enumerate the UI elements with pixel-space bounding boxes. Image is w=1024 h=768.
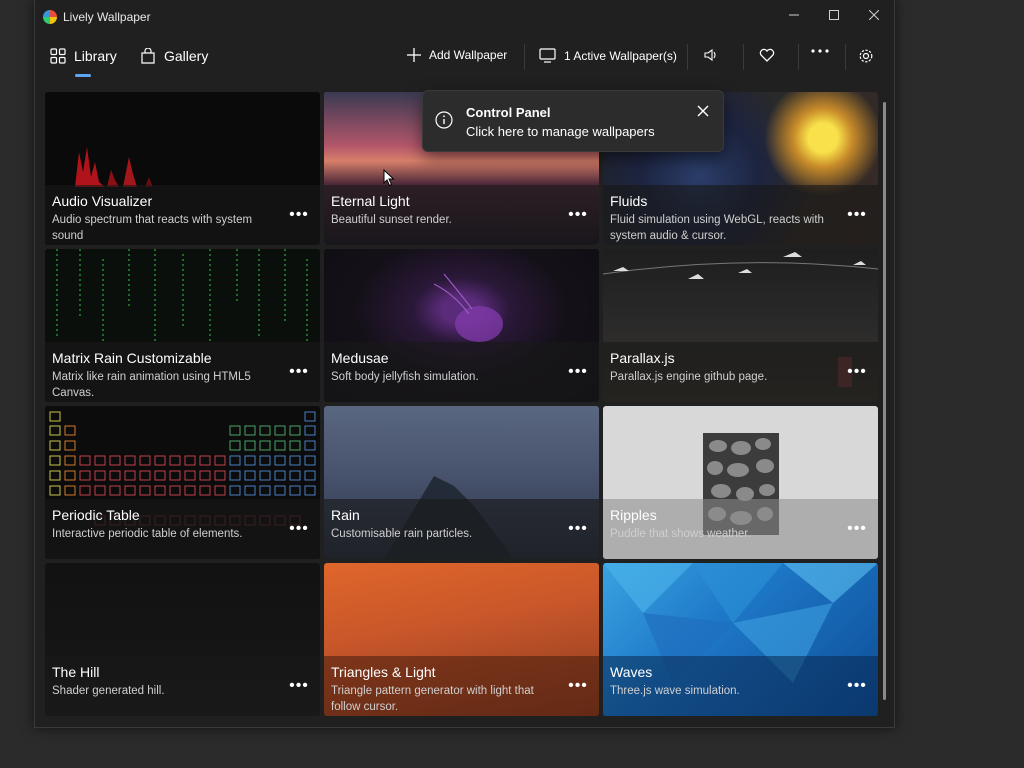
notification-close-button[interactable] bbox=[693, 101, 713, 121]
wallpaper-title: Matrix Rain Customizable bbox=[52, 350, 212, 366]
speaker-icon bbox=[704, 48, 716, 62]
settings-button[interactable] bbox=[855, 48, 885, 64]
wallpaper-description: Customisable rain particles. bbox=[331, 528, 473, 540]
title-bar: Lively Wallpaper bbox=[35, 0, 894, 34]
volume-button[interactable] bbox=[700, 48, 730, 62]
wallpaper-title: The Hill bbox=[52, 664, 100, 680]
wallpaper-title: Eternal Light bbox=[331, 193, 410, 209]
active-tab-indicator bbox=[75, 74, 91, 77]
maximize-button[interactable] bbox=[814, 0, 854, 30]
wallpaper-description: Fluid simulation using WebGL, reacts wit… bbox=[610, 214, 824, 242]
grid-icon bbox=[50, 48, 66, 64]
wallpaper-title: Periodic Table bbox=[52, 507, 140, 523]
tab-library-label: Library bbox=[74, 48, 117, 64]
gear-icon bbox=[859, 49, 873, 63]
toolbar-divider bbox=[798, 44, 799, 70]
wallpaper-more-button[interactable]: ••• bbox=[845, 207, 869, 226]
more-options-button[interactable] bbox=[809, 48, 839, 54]
wallpaper-card[interactable]: Medusae Soft body jellyfish simulation. … bbox=[324, 249, 599, 402]
active-wallpapers-label: 1 Active Wallpaper(s) bbox=[564, 48, 677, 63]
more-horizontal-icon bbox=[811, 49, 829, 53]
toolbar-divider bbox=[743, 44, 744, 70]
wallpaper-card[interactable]: The Hill Shader generated hill. ••• bbox=[45, 563, 320, 716]
app-logo-icon bbox=[43, 10, 57, 24]
monitor-icon bbox=[539, 48, 556, 63]
tab-library[interactable]: Library bbox=[50, 48, 117, 64]
wallpaper-more-button[interactable]: ••• bbox=[287, 678, 311, 697]
close-icon bbox=[869, 10, 879, 20]
plus-icon bbox=[407, 48, 421, 62]
notification-title: Control Panel bbox=[466, 105, 551, 120]
wallpaper-more-button[interactable]: ••• bbox=[287, 521, 311, 540]
control-panel-notification[interactable]: Control Panel Click here to manage wallp… bbox=[422, 90, 724, 152]
wallpaper-title: Parallax.js bbox=[610, 350, 675, 366]
wallpaper-title: Ripples bbox=[610, 507, 657, 523]
minimize-button[interactable] bbox=[774, 0, 814, 30]
close-icon bbox=[697, 105, 709, 117]
window-title: Lively Wallpaper bbox=[63, 10, 151, 24]
toolbar-divider bbox=[524, 44, 525, 70]
wallpaper-more-button[interactable]: ••• bbox=[566, 207, 590, 226]
wallpaper-description: Interactive periodic table of elements. bbox=[52, 528, 243, 540]
wallpaper-description: Shader generated hill. bbox=[52, 685, 165, 697]
active-wallpapers-button[interactable]: 1 Active Wallpaper(s) bbox=[539, 48, 677, 63]
wallpaper-card[interactable]: Matrix Rain Customizable Matrix like rai… bbox=[45, 249, 320, 402]
wallpaper-card[interactable]: Parallax.js Parallax.js engine github pa… bbox=[603, 249, 878, 402]
wallpaper-card[interactable]: Rain Customisable rain particles. ••• bbox=[324, 406, 599, 559]
wallpaper-more-button[interactable]: ••• bbox=[845, 678, 869, 697]
minimize-icon bbox=[789, 14, 799, 16]
wallpaper-description: Matrix like rain animation using HTML5 C… bbox=[52, 371, 251, 399]
top-navigation: Library Gallery Add Wallpaper 1 Active W… bbox=[35, 34, 894, 82]
wallpaper-card[interactable]: Ripples Puddle that shows weather. ••• bbox=[603, 406, 878, 559]
wallpaper-title: Medusae bbox=[331, 350, 389, 366]
wallpaper-description: Soft body jellyfish simulation. bbox=[331, 371, 479, 383]
wallpaper-more-button[interactable]: ••• bbox=[566, 678, 590, 697]
wallpaper-description: Audio spectrum that reacts with system s… bbox=[52, 214, 253, 242]
favorite-button[interactable] bbox=[756, 48, 786, 62]
wallpaper-title: Triangles & Light bbox=[331, 664, 436, 680]
add-wallpaper-label: Add Wallpaper bbox=[429, 48, 508, 62]
wallpaper-more-button[interactable]: ••• bbox=[566, 364, 590, 383]
add-wallpaper-button[interactable]: Add Wallpaper bbox=[407, 48, 507, 62]
tab-gallery[interactable]: Gallery bbox=[140, 48, 208, 64]
wallpaper-description: Parallax.js engine github page. bbox=[610, 371, 768, 383]
wallpaper-card[interactable]: Triangles & Light Triangle pattern gener… bbox=[324, 563, 599, 716]
notification-message[interactable]: Click here to manage wallpapers bbox=[466, 124, 655, 139]
shopping-bag-icon bbox=[141, 48, 155, 64]
wallpaper-more-button[interactable]: ••• bbox=[566, 521, 590, 540]
wallpaper-description: Three.js wave simulation. bbox=[610, 685, 740, 697]
matrix-rain-graphic bbox=[56, 249, 308, 344]
wallpaper-title: Audio Visualizer bbox=[52, 193, 153, 209]
wallpaper-card[interactable]: Periodic Table Interactive periodic tabl… bbox=[45, 406, 320, 559]
heart-icon bbox=[759, 48, 775, 62]
toolbar-divider bbox=[845, 44, 846, 70]
wallpaper-more-button[interactable]: ••• bbox=[845, 364, 869, 383]
wallpaper-title: Rain bbox=[331, 507, 360, 523]
wallpaper-more-button[interactable]: ••• bbox=[845, 521, 869, 540]
wallpaper-card[interactable]: Audio Visualizer Audio spectrum that rea… bbox=[45, 92, 320, 245]
wallpaper-more-button[interactable]: ••• bbox=[287, 364, 311, 383]
audio-spectrum-graphic bbox=[75, 147, 153, 187]
wallpaper-card[interactable]: Waves Three.js wave simulation. ••• bbox=[603, 563, 878, 716]
toolbar-divider bbox=[687, 44, 688, 70]
wallpaper-title: Fluids bbox=[610, 193, 648, 209]
wallpaper-description: Puddle that shows weather. bbox=[610, 528, 751, 540]
maximize-icon bbox=[829, 10, 839, 20]
wallpaper-grid: Audio Visualizer Audio spectrum that rea… bbox=[45, 92, 879, 718]
wallpaper-more-button[interactable]: ••• bbox=[287, 207, 311, 226]
tab-gallery-label: Gallery bbox=[164, 48, 209, 64]
wallpaper-title: Waves bbox=[610, 664, 653, 680]
wallpaper-description: Triangle pattern generator with light th… bbox=[331, 685, 534, 713]
close-button[interactable] bbox=[854, 0, 894, 30]
info-icon bbox=[435, 111, 453, 129]
vertical-scrollbar[interactable] bbox=[883, 102, 886, 700]
wallpaper-description: Beautiful sunset render. bbox=[331, 214, 452, 226]
mouse-cursor-icon bbox=[383, 169, 395, 187]
